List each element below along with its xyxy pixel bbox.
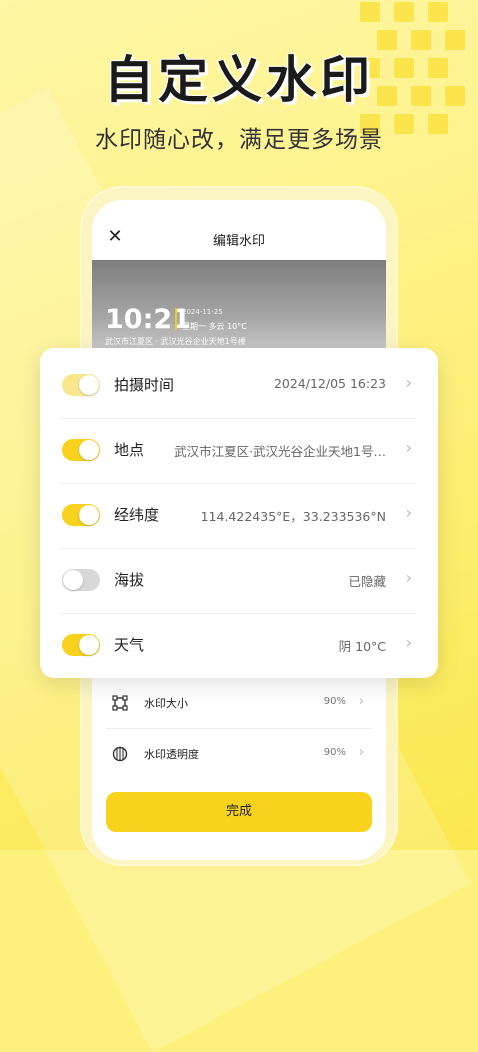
resize-icon [112,695,128,711]
screen-header: ✕ 编辑水印 [92,200,386,258]
toggle-switch[interactable] [62,634,100,656]
chevron-right-icon: › [405,438,412,457]
toggle-switch[interactable] [62,504,100,526]
field-label: 天气 [114,636,145,654]
watermark-time: 10:21 [105,304,191,335]
field-label: 海拔 [114,571,145,589]
watermark-address: 武汉市江夏区 · 武汉光谷企业天地1号楼 [105,337,246,346]
toggle-switch[interactable] [62,374,100,396]
field-label: 地点 [114,441,145,459]
watermark-fields-card: 拍摄时间 2024/12/05 16:23 › 地点 武汉市江夏区·武汉光谷企业… [40,348,438,678]
row-value: 90% [323,696,346,707]
row-watermark-size[interactable]: 水印大小 90% › [106,678,372,728]
field-value: 114.422435°E，33.233536°N [200,509,386,524]
chevron-right-icon: › [358,745,364,760]
screen-title: 编辑水印 [212,234,265,249]
field-value: 2024/12/05 16:23 [273,376,386,391]
chevron-right-icon: › [358,694,364,709]
row-label: 水印透明度 [144,748,199,761]
watermark-weather: 星期一 多云 10°C [182,322,247,331]
watermark-divider [175,308,177,330]
done-button[interactable]: 完成 [106,792,372,832]
field-row-location[interactable]: 地点 武汉市江夏区·武汉光谷企业天地1号… › [60,419,416,483]
field-value: 阴 10°C [338,639,386,654]
field-row-weather[interactable]: 天气 阴 10°C › [60,614,416,678]
field-label: 拍摄时间 [114,376,175,394]
hero-title: 自定义水印 [104,51,374,109]
watermark-date: 2024-11-25 [182,308,223,316]
opacity-icon [112,746,128,762]
toggle-switch[interactable] [62,569,100,591]
field-value: 武汉市江夏区·武汉光谷企业天地1号… [174,444,386,459]
photo-preview: 10:21 2024-11-25 星期一 多云 10°C 武汉市江夏区 · 武汉… [92,260,386,356]
chevron-right-icon: › [405,373,412,392]
field-row-shooting-time[interactable]: 拍摄时间 2024/12/05 16:23 › [60,354,416,418]
chevron-right-icon: › [405,633,412,652]
row-value: 90% [323,747,346,758]
chevron-right-icon: › [405,503,412,522]
chevron-right-icon: › [405,568,412,587]
hero-subtitle: 水印随心改，满足更多场景 [95,127,383,153]
field-label: 经纬度 [114,506,160,524]
toggle-switch[interactable] [62,439,100,461]
field-row-altitude[interactable]: 海拔 已隐藏 › [60,549,416,613]
field-row-coordinates[interactable]: 经纬度 114.422435°E，33.233536°N › [60,484,416,548]
row-watermark-opacity[interactable]: 水印透明度 90% › [106,729,372,779]
row-label: 水印大小 [144,697,188,710]
field-value: 已隐藏 [348,574,386,589]
